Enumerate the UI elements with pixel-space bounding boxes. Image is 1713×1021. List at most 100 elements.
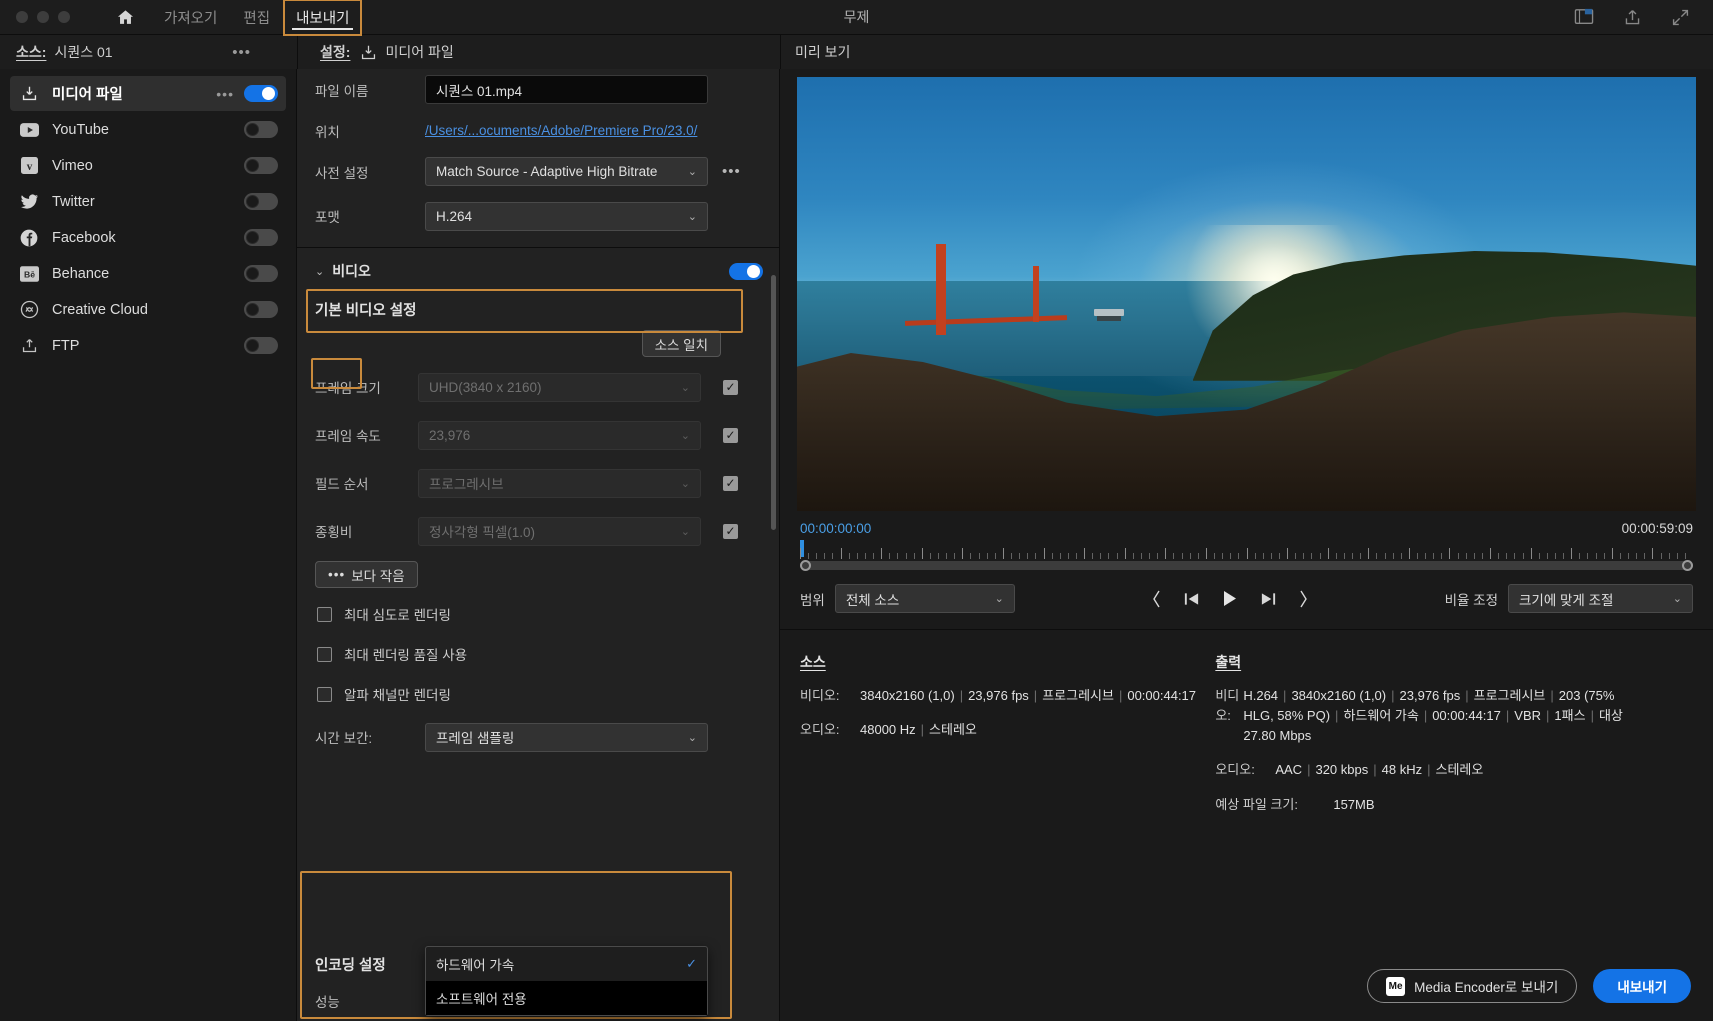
ruler-tick xyxy=(1669,553,1670,559)
tab-export[interactable]: 내보내기 xyxy=(284,0,361,35)
render-max-depth-checkbox[interactable] xyxy=(317,607,332,622)
range-select[interactable]: 전체 소스 ⌄ xyxy=(835,584,1015,613)
ruler-tick xyxy=(1141,553,1142,559)
sidebar-item-label: Twitter xyxy=(52,194,95,210)
sidebar-item-ftp[interactable]: FTP xyxy=(10,328,286,363)
source-video-resolution: 3840x2160 (1,0) xyxy=(860,688,955,703)
sidebar-item-behance[interactable]: Bē Behance xyxy=(10,256,286,291)
source-more-button[interactable]: ••• xyxy=(232,44,251,61)
render-alpha-only-checkbox[interactable] xyxy=(317,687,332,702)
match-source-button[interactable]: 소스 일치 xyxy=(642,330,721,357)
performance-dropdown-menu[interactable]: 하드웨어 가속 ✓ 소프트웨어 전용 xyxy=(425,946,708,1016)
sidebar-item-facebook[interactable]: Facebook xyxy=(10,220,286,255)
estimated-filesize-row: 예상 파일 크기: 157MB xyxy=(1215,795,1693,815)
show-less-button[interactable]: ••• 보다 작음 xyxy=(315,561,418,588)
tab-edit[interactable]: 편집 xyxy=(231,0,282,35)
ruler-tick xyxy=(970,553,971,559)
sidebar-toggle-youtube[interactable] xyxy=(244,121,278,138)
use-max-render-quality-row[interactable]: 최대 렌더링 품질 사용 xyxy=(297,634,779,674)
scale-select[interactable]: 크기에 맞게 조절 ⌄ xyxy=(1508,584,1693,613)
close-window-button[interactable] xyxy=(16,11,28,23)
title-bar-actions[interactable] xyxy=(1573,6,1713,28)
performance-option-software[interactable]: 소프트웨어 전용 xyxy=(426,981,707,1015)
sidebar-toggle-ftp[interactable] xyxy=(244,337,278,354)
timecode-out[interactable]: 00:00:59:09 xyxy=(1622,521,1693,536)
sidebar-item-label: YouTube xyxy=(52,122,109,138)
step-back-icon[interactable] xyxy=(1183,591,1200,607)
ruler-tick xyxy=(1182,553,1183,559)
sidebar-item-twitter[interactable]: Twitter xyxy=(10,184,286,219)
minimize-window-button[interactable] xyxy=(37,11,49,23)
transport-controls[interactable] xyxy=(1151,590,1309,608)
field-order-checkbox[interactable] xyxy=(723,476,738,491)
video-section-header[interactable]: ⌄ 비디오 xyxy=(297,255,779,285)
play-icon[interactable] xyxy=(1222,590,1238,607)
ruler-tick xyxy=(1352,553,1353,559)
ruler-tick xyxy=(938,553,939,559)
preview-header: 미리 보기 xyxy=(780,35,850,69)
output-video-key: 비디오: xyxy=(1215,686,1243,746)
sidebar-toggle-creative-cloud[interactable] xyxy=(244,301,278,318)
timecode-in[interactable]: 00:00:00:00 xyxy=(800,521,871,536)
sidebar-item-vimeo[interactable]: v Vimeo xyxy=(10,148,286,183)
preset-more-button[interactable]: ••• xyxy=(722,163,741,180)
sidebar-toggle-twitter[interactable] xyxy=(244,193,278,210)
window-controls[interactable] xyxy=(0,11,70,23)
field-order-select[interactable]: 프로그레시브 ⌄ xyxy=(418,469,701,498)
maximize-window-button[interactable] xyxy=(58,11,70,23)
ruler-tick xyxy=(1685,553,1686,559)
ruler-tick xyxy=(1587,553,1588,559)
in-point-icon[interactable] xyxy=(1151,590,1161,608)
send-to-media-encoder-button[interactable]: Me Media Encoder로 보내기 xyxy=(1367,969,1577,1003)
preset-select[interactable]: Match Source - Adaptive High Bitrate ⌄ xyxy=(425,157,708,186)
tab-import[interactable]: 가져오기 xyxy=(152,0,229,35)
time-interpolation-select[interactable]: 프레임 샘플링 ⌄ xyxy=(425,723,708,752)
sidebar-toggle-behance[interactable] xyxy=(244,265,278,282)
sidebar-toggle-vimeo[interactable] xyxy=(244,157,278,174)
source-audio-channels: 스테레오 xyxy=(929,722,977,737)
workspace-icon[interactable] xyxy=(1573,6,1595,28)
aspect-ratio-checkbox[interactable] xyxy=(723,524,738,539)
chevron-down-icon[interactable]: ⌄ xyxy=(315,265,324,278)
format-select[interactable]: H.264 ⌄ xyxy=(425,202,708,231)
ruler-tick xyxy=(954,553,955,559)
ftp-icon xyxy=(18,335,40,357)
sidebar-item-youtube[interactable]: YouTube xyxy=(10,112,286,147)
share-icon[interactable] xyxy=(1621,6,1643,28)
ruler-tick xyxy=(1531,548,1532,559)
sidebar-item-media-file[interactable]: 미디어 파일 ••• xyxy=(10,76,286,111)
frame-size-checkbox[interactable] xyxy=(723,380,738,395)
ruler-tick xyxy=(808,553,809,559)
aspect-ratio-select[interactable]: 정사각형 픽셀(1.0) ⌄ xyxy=(418,517,701,546)
export-button[interactable]: 내보내기 xyxy=(1593,969,1691,1003)
sidebar-item-creative-cloud[interactable]: Creative Cloud xyxy=(10,292,286,327)
ruler-tick xyxy=(1604,553,1605,559)
sidebar-toggle-media-file[interactable] xyxy=(244,85,278,102)
performance-option-hardware[interactable]: 하드웨어 가속 ✓ xyxy=(426,947,707,981)
trim-handle-right[interactable] xyxy=(1682,560,1693,571)
use-max-render-quality-checkbox[interactable] xyxy=(317,647,332,662)
fullscreen-icon[interactable] xyxy=(1669,6,1691,28)
timeline-ruler[interactable] xyxy=(800,542,1693,559)
render-max-depth-row[interactable]: 최대 심도로 렌더링 xyxy=(297,594,779,634)
settings-header-label: 설정: xyxy=(320,42,350,62)
preview-header-label: 미리 보기 xyxy=(795,42,850,62)
home-icon[interactable] xyxy=(110,2,140,32)
render-alpha-only-row[interactable]: 알파 채널만 렌더링 xyxy=(297,674,779,714)
filename-input[interactable]: 시퀀스 01.mp4 xyxy=(425,75,708,104)
trim-bar[interactable] xyxy=(800,561,1693,570)
chevron-down-icon: ⌄ xyxy=(1673,592,1682,605)
settings-scrollbar[interactable] xyxy=(771,275,776,530)
video-section-toggle[interactable] xyxy=(729,263,763,280)
frame-rate-select[interactable]: 23,976 ⌄ xyxy=(418,421,701,450)
video-preview-360-panorama[interactable] xyxy=(797,77,1696,511)
sidebar-item-more-button[interactable]: ••• xyxy=(216,86,234,102)
frame-rate-checkbox[interactable] xyxy=(723,428,738,443)
sidebar-toggle-facebook[interactable] xyxy=(244,229,278,246)
trim-handle-left[interactable] xyxy=(800,560,811,571)
location-link[interactable]: /Users/...ocuments/Adobe/Premiere Pro/23… xyxy=(425,123,697,138)
nav-tabs[interactable]: 가져오기 편집 내보내기 xyxy=(152,0,361,35)
frame-size-select[interactable]: UHD(3840 x 2160) ⌄ xyxy=(418,373,701,402)
step-forward-icon[interactable] xyxy=(1260,591,1277,607)
out-point-icon[interactable] xyxy=(1299,590,1309,608)
